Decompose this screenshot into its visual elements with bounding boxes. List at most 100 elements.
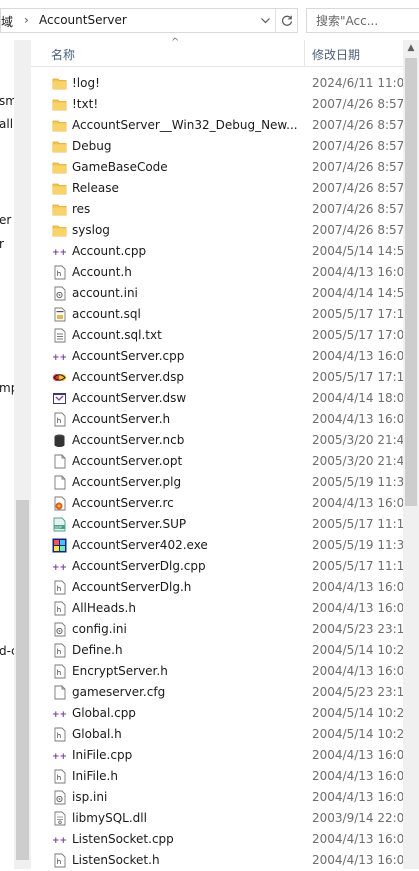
file-row[interactable]: h Account.h 2004/4/13 16:0 xyxy=(31,262,404,283)
file-row[interactable]: AccountServer.plg 2005/5/19 11:3 xyxy=(31,472,404,493)
file-name: AccountServer.rc xyxy=(72,496,174,510)
file-row[interactable]: !log! 2024/6/11 11:0 xyxy=(31,73,404,94)
column-header-name[interactable]: 名称 xyxy=(51,46,75,63)
svg-text:h: h xyxy=(57,648,61,656)
nav-item-fragment[interactable]: all xyxy=(0,117,13,131)
file-row[interactable]: isp.ini 2004/4/13 16:0 xyxy=(31,787,405,808)
svg-text:h: h xyxy=(57,417,61,425)
file-row[interactable]: account.ini 2004/4/14 14:5 xyxy=(31,283,404,304)
file-row[interactable]: Release 2007/4/26 8:57 xyxy=(31,178,404,199)
file-row[interactable]: h IniFile.h 2004/4/13 16:0 xyxy=(31,766,404,787)
chevron-down-icon[interactable] xyxy=(257,9,274,32)
folder-icon xyxy=(52,202,67,217)
svg-text:++: ++ xyxy=(52,752,67,762)
file-list-scrollbar-thumb[interactable] xyxy=(405,58,417,506)
search-input[interactable] xyxy=(307,9,419,32)
file-row[interactable]: ++ ListenSocket.cpp 2004/4/13 16:0 xyxy=(31,829,405,850)
column-header-date-modified[interactable]: 修改日期 xyxy=(312,46,360,63)
ini-icon xyxy=(52,622,67,637)
file-name: Account.cpp xyxy=(72,244,147,258)
navigation-scrollbar[interactable] xyxy=(14,40,31,869)
nav-item-fragment[interactable]: er xyxy=(0,213,11,227)
file-row[interactable]: libmySQL.dll 2003/9/14 22:0 xyxy=(31,808,405,829)
file-row[interactable]: ++ AccountServerDlg.cpp 2005/5/17 11:1 xyxy=(31,556,404,577)
file-list-scrollbar[interactable]: ▲ xyxy=(403,40,419,869)
file-row[interactable]: h Define.h 2004/5/14 10:2 xyxy=(31,640,404,661)
file-row[interactable]: AccountServer.dsw 2004/4/14 18:0 xyxy=(31,388,404,409)
file-date-modified: 2003/9/14 22:0 xyxy=(312,811,405,825)
file-row[interactable]: h AccountServer.h 2004/4/13 16:0 xyxy=(31,409,404,430)
svg-text:h: h xyxy=(57,669,61,677)
folder-icon xyxy=(52,139,67,154)
file-row[interactable]: ++ Account.cpp 2004/5/14 14:5 xyxy=(31,241,404,262)
file-date-modified: 2004/4/13 16:0 xyxy=(312,790,405,804)
nav-item-fragment[interactable]: r xyxy=(0,237,4,251)
file-row[interactable]: AccountServer.opt 2005/3/20 21:4 xyxy=(31,451,404,472)
file-name: Account.h xyxy=(72,265,132,279)
file-row[interactable]: AccountServer__Win32_Debug_New... 2007/4/… xyxy=(31,115,404,136)
file-row[interactable]: Account.sql.txt 2005/5/17 17:0 xyxy=(31,325,404,346)
file-row[interactable]: AccountServer.ncb 2005/3/20 21:4 xyxy=(31,430,405,451)
nav-item-fragment[interactable]: sm xyxy=(0,94,14,108)
file-name: AccountServer.ncb xyxy=(72,433,185,447)
scroll-up-arrow-icon[interactable]: ▲ xyxy=(403,40,419,56)
search-input-box[interactable] xyxy=(306,8,419,33)
file-list: !log! 2024/6/11 11:0 !txt! 2007/4/26 8:57 Ac… xyxy=(31,73,405,871)
sup-icon: SUP xyxy=(52,517,67,532)
file-row[interactable]: res 2007/4/26 8:57 xyxy=(31,199,405,220)
file-row[interactable]: h AccountServerDlg.h 2004/4/13 16:0 xyxy=(31,577,404,598)
file-date-modified: 2004/5/23 23:1 xyxy=(312,685,405,699)
file-row[interactable]: account.sql 2005/5/17 17:1 xyxy=(31,304,404,325)
nav-item-fragment[interactable]: mp xyxy=(0,381,14,395)
file-row[interactable]: ++ Global.cpp 2004/5/14 10:2 xyxy=(31,703,404,724)
file-name: Global.cpp xyxy=(72,706,136,720)
file-row[interactable]: AccountServer.dsp 2005/5/17 17:1 xyxy=(31,367,405,388)
file-row[interactable]: Debug 2007/4/26 8:57 xyxy=(31,136,404,157)
cpp-icon: ++ xyxy=(52,748,67,763)
file-row[interactable]: AccountServer402.exe 2005/5/19 11:3 xyxy=(31,535,404,556)
svg-text:h: h xyxy=(57,270,61,278)
file-row[interactable]: h Global.h 2004/5/14 10:2 xyxy=(31,724,404,745)
folder-icon xyxy=(52,97,67,112)
h-icon: h xyxy=(52,265,67,280)
file-date-modified: 2004/5/23 23:1 xyxy=(312,622,405,636)
file-row[interactable]: SUP AccountServer.SUP 2005/5/17 11:1 xyxy=(31,514,404,535)
file-date-modified: 2004/4/13 16:0 xyxy=(312,664,405,678)
file-name: !txt! xyxy=(72,97,99,111)
file-row[interactable]: h EncryptServer.h 2004/4/13 16:0 xyxy=(31,661,405,682)
file-row[interactable]: !txt! 2007/4/26 8:57 xyxy=(31,94,404,115)
file-date-modified: 2005/5/17 17:1 xyxy=(312,370,405,384)
file-row[interactable]: config.ini 2004/5/23 23:1 xyxy=(31,619,405,640)
file-name: AccountServer.SUP xyxy=(72,517,187,531)
file-date-modified: 2007/4/26 8:57 xyxy=(312,202,405,216)
file-date-modified: 2004/4/13 16:0 xyxy=(312,832,405,846)
svg-text:h: h xyxy=(57,606,61,614)
breadcrumb-separator-icon[interactable]: › xyxy=(24,13,29,27)
file-row[interactable]: gameserver.cfg 2004/5/23 23:1 xyxy=(31,682,405,703)
file-row[interactable]: GameBaseCode 2007/4/26 8:57 xyxy=(31,157,404,178)
address-bar[interactable]: 域 › AccountServer xyxy=(0,8,298,33)
file-date-modified: 2005/3/20 21:4 xyxy=(312,433,405,447)
file-name: AccountServer__Win32_Debug_New... xyxy=(72,118,298,132)
navigation-pane[interactable]: sm all er r mp d-c xyxy=(0,40,14,869)
file-row[interactable]: h AllHeads.h 2004/4/13 16:0 xyxy=(31,598,404,619)
file-row[interactable]: h ListenSocket.h 2004/4/13 16:0 xyxy=(31,850,405,871)
file-row[interactable]: AccountServer.rc 2004/4/13 16:0 xyxy=(31,493,404,514)
file-name: AccountServer.plg xyxy=(72,475,182,489)
refresh-icon[interactable] xyxy=(275,9,298,32)
file-name: AccountServerDlg.cpp xyxy=(72,559,206,573)
file-row[interactable]: ++ AccountServer.cpp 2004/4/13 16:0 xyxy=(31,346,404,367)
file-date-modified: 2004/4/13 16:0 xyxy=(312,853,405,867)
h-icon: h xyxy=(52,412,67,427)
file-name: GameBaseCode xyxy=(72,160,168,174)
file-name: EncryptServer.h xyxy=(72,664,168,678)
nav-item-fragment[interactable]: d-c xyxy=(0,644,14,658)
blank-icon xyxy=(52,685,67,700)
file-row[interactable]: syslog 2007/4/26 8:57 xyxy=(31,220,404,241)
file-row[interactable]: ++ IniFile.cpp 2004/4/13 16:0 xyxy=(31,745,404,766)
svg-text:++: ++ xyxy=(52,563,67,573)
column-divider[interactable] xyxy=(304,40,305,67)
breadcrumb-current-folder[interactable]: AccountServer xyxy=(39,13,127,27)
h-icon: h xyxy=(52,643,67,658)
navigation-scrollbar-thumb[interactable] xyxy=(16,500,29,860)
